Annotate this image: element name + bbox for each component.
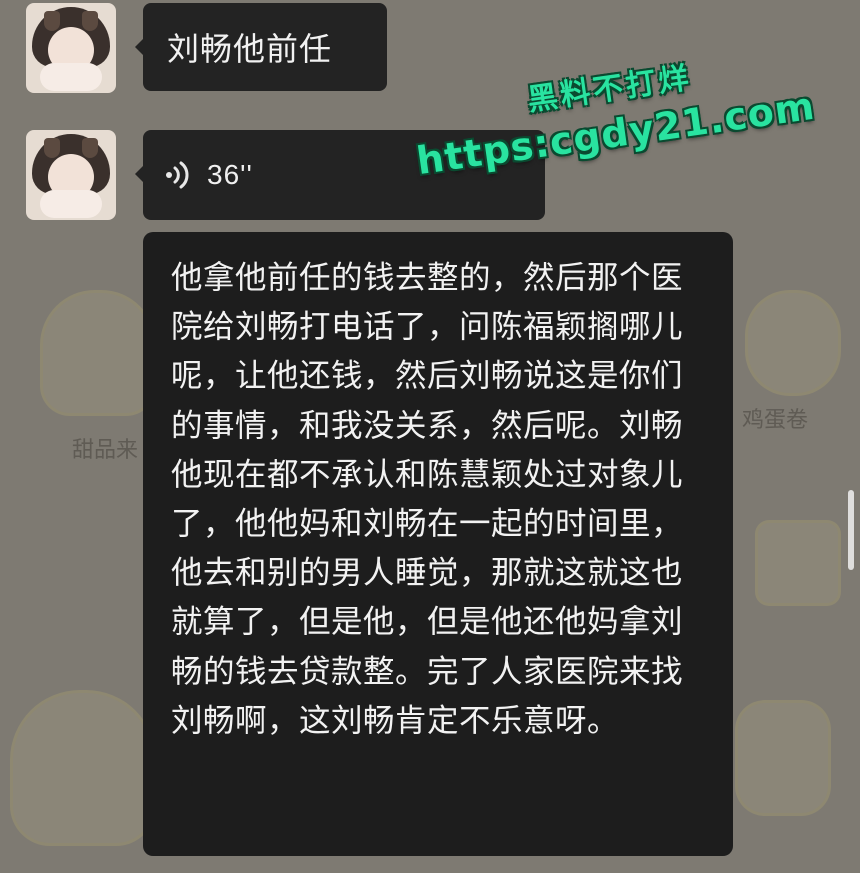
message-text: 刘畅他前任	[167, 30, 333, 68]
sender-avatar[interactable]	[26, 130, 116, 220]
wallpaper-doodle	[755, 520, 841, 606]
scrollbar[interactable]	[848, 490, 854, 570]
sender-avatar[interactable]	[26, 3, 116, 93]
voice-wave-icon	[165, 160, 189, 190]
voice-duration: 36''	[207, 159, 253, 190]
wallpaper-doodle	[40, 290, 156, 416]
wallpaper-doodle	[735, 700, 831, 816]
wallpaper-text: 鸡蛋卷	[742, 408, 809, 433]
voice-message-bubble[interactable]: 36''	[135, 130, 545, 220]
voice-transcript-card[interactable]: 他拿他前任的钱去整的，然后那个医院给刘畅打电话了，问陈福颖搁哪儿呢，让他还钱，然…	[143, 232, 733, 856]
text-message-bubble[interactable]: 刘畅他前任	[135, 3, 387, 91]
wallpaper-text: 甜品来	[72, 438, 139, 463]
wallpaper-doodle	[745, 290, 841, 396]
voice-transcript-text: 他拿他前任的钱去整的，然后那个医院给刘畅打电话了，问陈福颖搁哪儿呢，让他还钱，然…	[171, 260, 684, 739]
wallpaper-doodle	[10, 690, 156, 846]
